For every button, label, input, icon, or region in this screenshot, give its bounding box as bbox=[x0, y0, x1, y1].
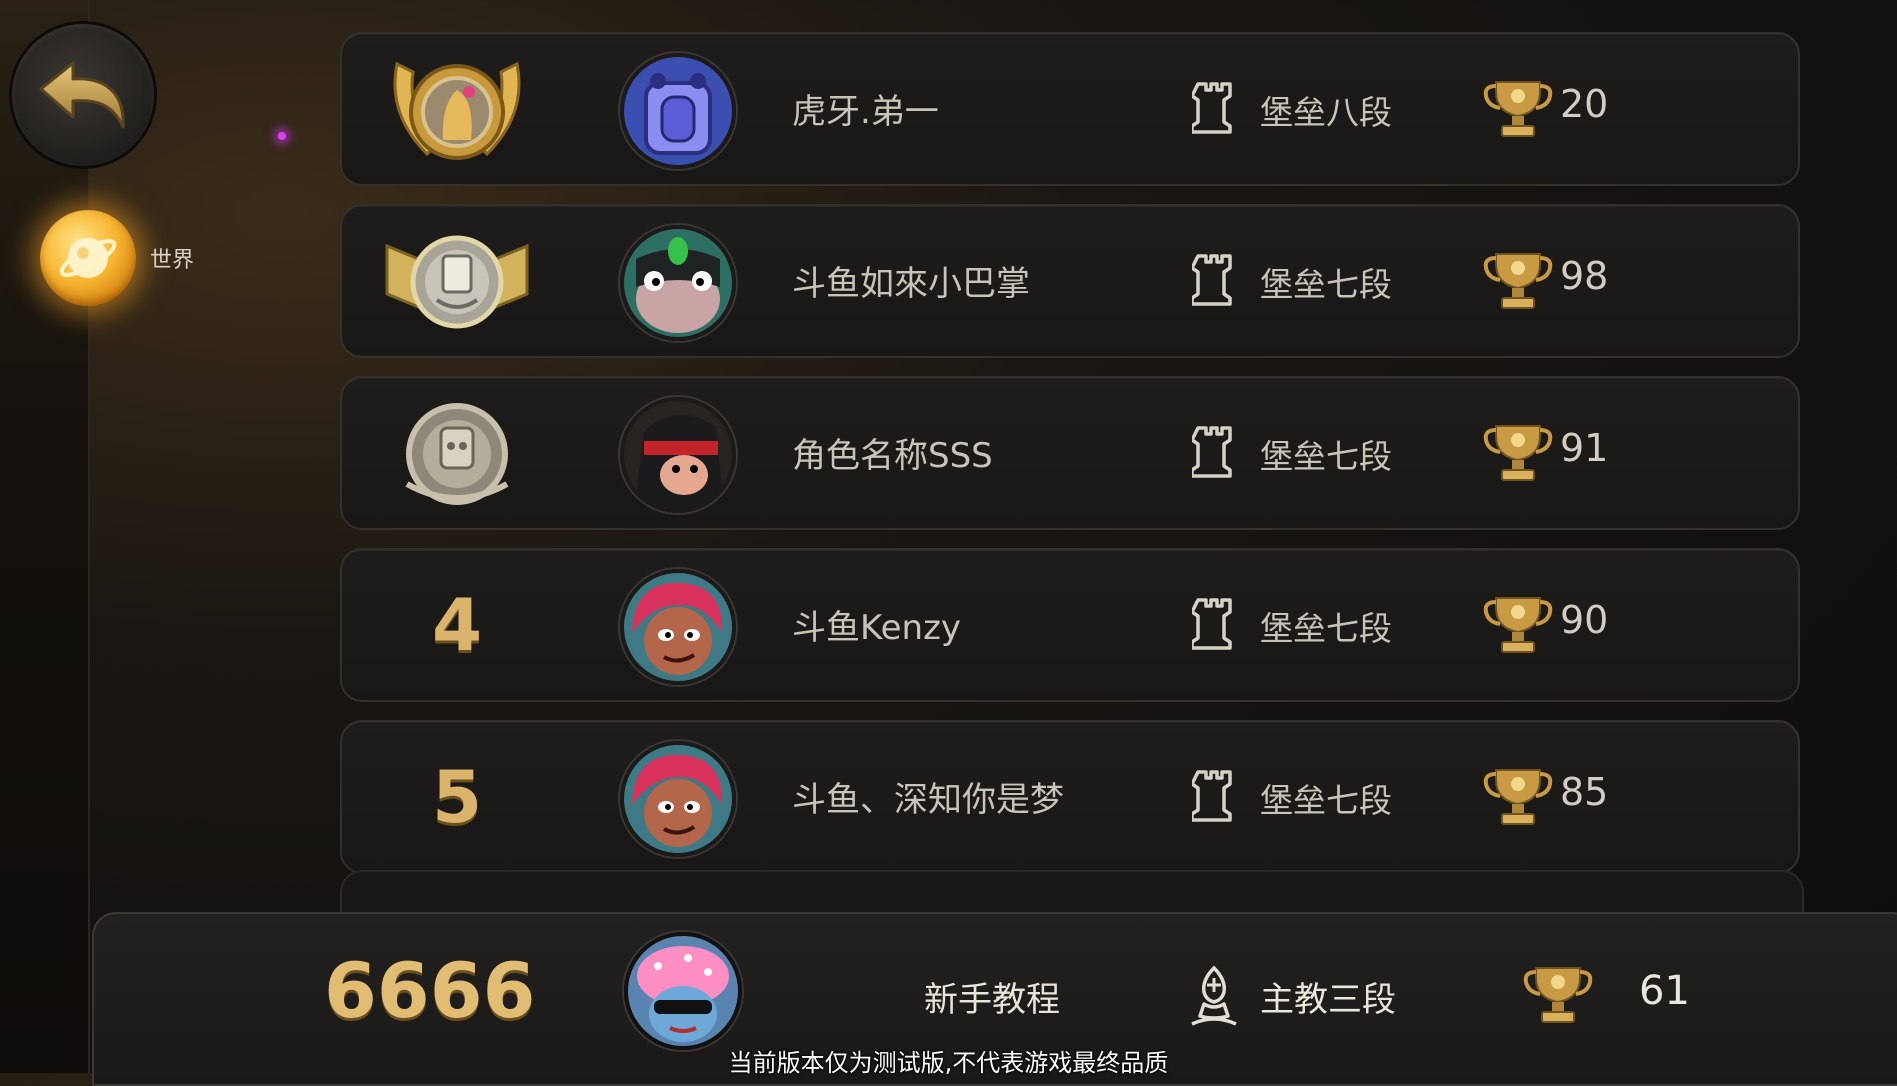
my-rank-number: 6666 bbox=[324, 946, 536, 1035]
trophy-score: 20 bbox=[1560, 82, 1609, 126]
trophy-icon bbox=[1483, 769, 1553, 825]
leaderboard-row[interactable]: 4 斗鱼Kenzy 堡垒七段 90 bbox=[340, 548, 1800, 702]
back-arrow-icon bbox=[39, 61, 125, 129]
my-name: 新手教程 bbox=[924, 980, 1060, 1020]
trophy-score: 98 bbox=[1560, 254, 1609, 298]
rank-number-slot: 5 bbox=[372, 732, 542, 862]
redhead-girl-avatar-icon bbox=[624, 745, 732, 853]
leaderboard-row[interactable]: 5 斗鱼、深知你是梦 堡垒七段 85 bbox=[340, 720, 1800, 874]
trophy-icon bbox=[1483, 81, 1553, 137]
player-avatar[interactable] bbox=[620, 225, 736, 341]
world-tab-button[interactable] bbox=[40, 210, 136, 306]
player-tier: 堡垒七段 bbox=[1260, 781, 1392, 820]
player-tier: 堡垒八段 bbox=[1260, 93, 1392, 132]
planet-icon bbox=[59, 238, 117, 278]
green-monster-avatar-icon bbox=[624, 229, 732, 337]
player-name: 斗鱼Kenzy bbox=[792, 608, 962, 648]
bishop-icon bbox=[1191, 965, 1237, 1026]
rank-number-slot: 4 bbox=[372, 560, 542, 690]
trophy-score: 91 bbox=[1560, 426, 1609, 470]
world-tab-label: 世界 bbox=[150, 248, 195, 273]
rank-number: 4 bbox=[431, 583, 483, 667]
gold-laurel-badge-icon bbox=[393, 61, 521, 160]
trophy-score: 85 bbox=[1560, 770, 1609, 814]
my-tier: 主教三段 bbox=[1260, 980, 1396, 1020]
sparkle-decoration bbox=[278, 132, 286, 140]
redhead-girl-avatar-icon bbox=[624, 573, 732, 681]
player-tier: 堡垒七段 bbox=[1260, 609, 1392, 648]
rank-badge bbox=[372, 216, 542, 346]
leaderboard-row[interactable]: 斗鱼如來小巴掌 堡垒七段 98 bbox=[340, 204, 1800, 358]
player-name: 角色名称SSS bbox=[792, 436, 993, 476]
player-avatar[interactable] bbox=[620, 53, 736, 169]
rank-badge bbox=[372, 388, 542, 518]
player-avatar[interactable] bbox=[620, 741, 736, 857]
rook-icon bbox=[1192, 426, 1232, 478]
rook-icon bbox=[1192, 598, 1232, 650]
player-name: 斗鱼、深知你是梦 bbox=[792, 780, 1064, 820]
rook-icon bbox=[1192, 254, 1232, 306]
trophy-score: 90 bbox=[1560, 598, 1609, 642]
leaderboard-list: 虎牙.弟一 堡垒八段 20 斗鱼如來小巴掌 堡垒七段 98 角色名称SSS 堡垒… bbox=[340, 32, 1800, 892]
my-avatar[interactable] bbox=[624, 932, 742, 1050]
cupcake-hat-avatar-icon bbox=[628, 936, 738, 1046]
trophy-icon bbox=[1483, 597, 1553, 653]
player-name: 虎牙.弟一 bbox=[792, 92, 939, 132]
leaderboard-row[interactable]: 虎牙.弟一 堡垒八段 20 bbox=[340, 32, 1800, 186]
rook-icon bbox=[1192, 770, 1232, 822]
player-tier: 堡垒七段 bbox=[1260, 437, 1392, 476]
rank-badge bbox=[372, 44, 542, 174]
player-avatar[interactable] bbox=[620, 569, 736, 685]
trophy-icon bbox=[1483, 425, 1553, 481]
player-avatar[interactable] bbox=[620, 397, 736, 513]
leaderboard-row[interactable]: 角色名称SSS 堡垒七段 91 bbox=[340, 376, 1800, 530]
my-trophy-score: 61 bbox=[1639, 968, 1690, 1014]
ninja-avatar-icon bbox=[624, 401, 732, 509]
player-tier: 堡垒七段 bbox=[1260, 265, 1392, 304]
bronze-badge-icon bbox=[405, 403, 509, 505]
trophy-icon bbox=[1483, 253, 1553, 309]
rank-number: 5 bbox=[431, 755, 483, 839]
blue-robot-avatar-icon bbox=[624, 57, 732, 165]
rook-icon bbox=[1192, 82, 1232, 134]
trophy-icon bbox=[1523, 967, 1593, 1023]
silver-winged-badge-icon bbox=[385, 235, 529, 329]
player-name: 斗鱼如來小巴掌 bbox=[792, 264, 1030, 304]
back-button[interactable] bbox=[12, 24, 154, 166]
